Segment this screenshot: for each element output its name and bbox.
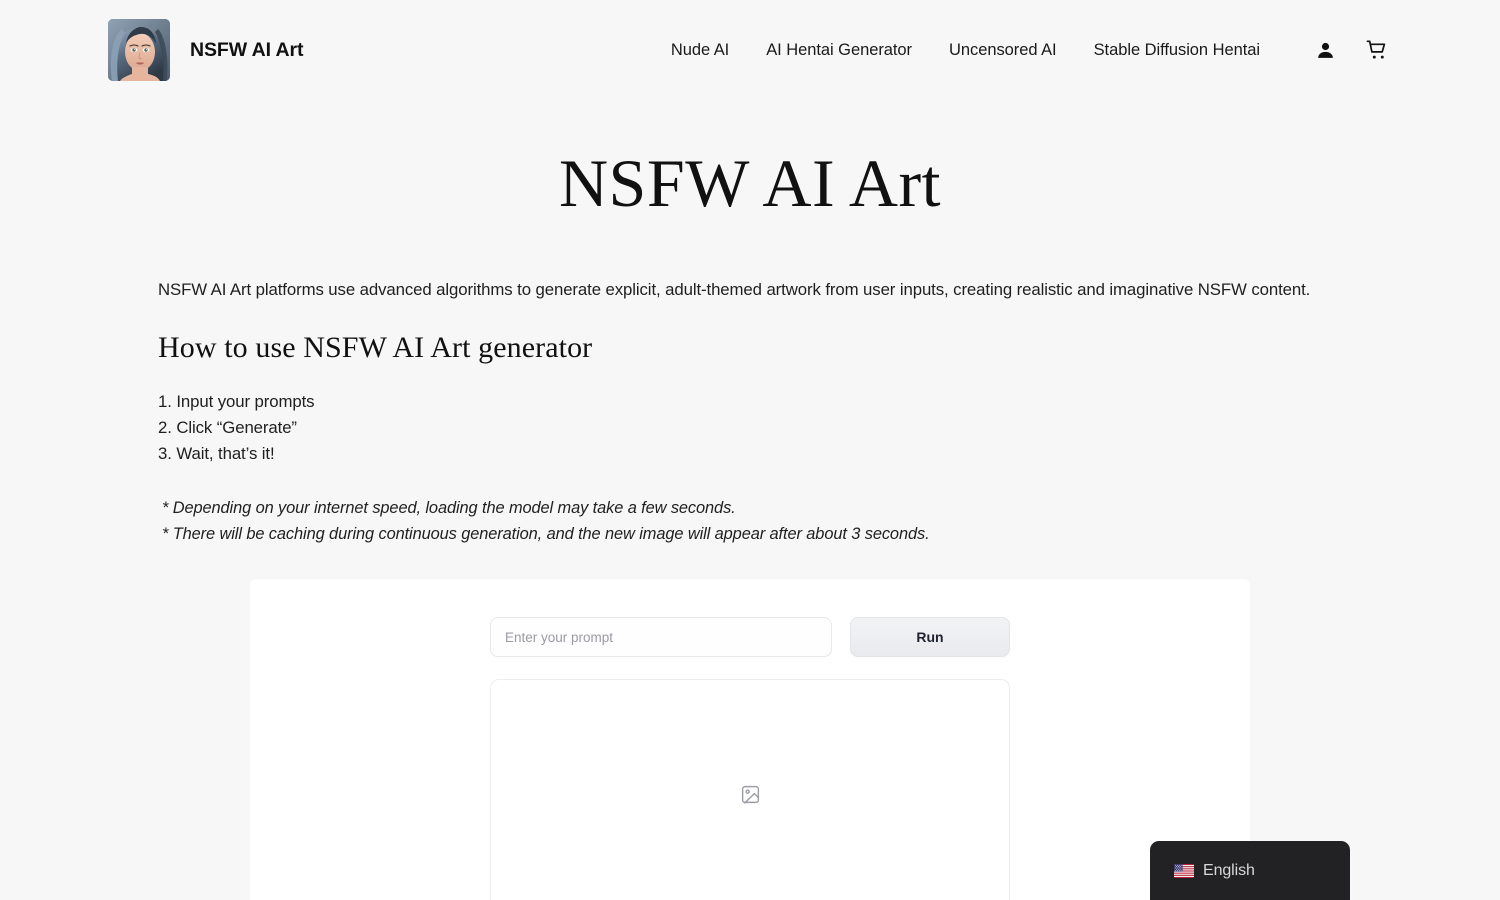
main-navigation: Nude AI AI Hentai Generator Uncensored A… [671, 33, 1390, 68]
section-heading-how-to-use: How to use NSFW AI Art generator [158, 331, 593, 364]
nav-link-uncensored-ai[interactable]: Uncensored AI [949, 33, 1057, 68]
notes-block: * Depending on your internet speed, load… [158, 496, 1342, 548]
main-content: NSFW AI Art platforms use advanced algor… [150, 277, 1350, 900]
language-selector[interactable]: English [1150, 841, 1350, 900]
page-title: NSFW AI Art [558, 145, 942, 221]
nav-link-stable-diffusion-hentai[interactable]: Stable Diffusion Hentai [1094, 33, 1260, 68]
run-button[interactable]: Run [850, 617, 1010, 658]
header-icon-group [1312, 37, 1390, 63]
step-item-3: 3. Wait, that’s it! [158, 444, 275, 464]
site-header: NSFW AI Art Nude AI AI Hentai Generator … [0, 0, 1500, 100]
generator-app-inner: Run [490, 617, 1010, 900]
prompt-row: Run [490, 617, 1010, 658]
us-flag-icon [1174, 863, 1194, 878]
brand-title: NSFW AI Art [190, 38, 304, 61]
note-item-1: * Depending on your internet speed, load… [162, 498, 736, 517]
nav-link-nude-ai[interactable]: Nude AI [671, 33, 729, 68]
brand[interactable]: NSFW AI Art [108, 19, 303, 81]
brand-logo-avatar[interactable] [108, 19, 170, 81]
step-item-2: 2. Click “Generate” [158, 418, 297, 438]
shopping-cart-icon[interactable] [1364, 37, 1390, 63]
image-output-box[interactable] [490, 679, 1010, 900]
prompt-input[interactable] [490, 617, 832, 658]
step-item-1: 1. Input your prompts [158, 392, 315, 411]
note-item-2: * There will be caching during continuou… [162, 524, 930, 543]
image-placeholder-icon [740, 784, 761, 810]
person-icon[interactable] [1312, 37, 1338, 63]
steps-list: 1. Input your prompts 2. Click “Generate… [158, 389, 1342, 468]
intro-paragraph: NSFW AI Art platforms use advanced algor… [158, 279, 1311, 299]
nav-link-ai-hentai-generator[interactable]: AI Hentai Generator [766, 33, 912, 68]
generator-app-card: Run [250, 579, 1250, 900]
language-label: English [1203, 861, 1255, 879]
